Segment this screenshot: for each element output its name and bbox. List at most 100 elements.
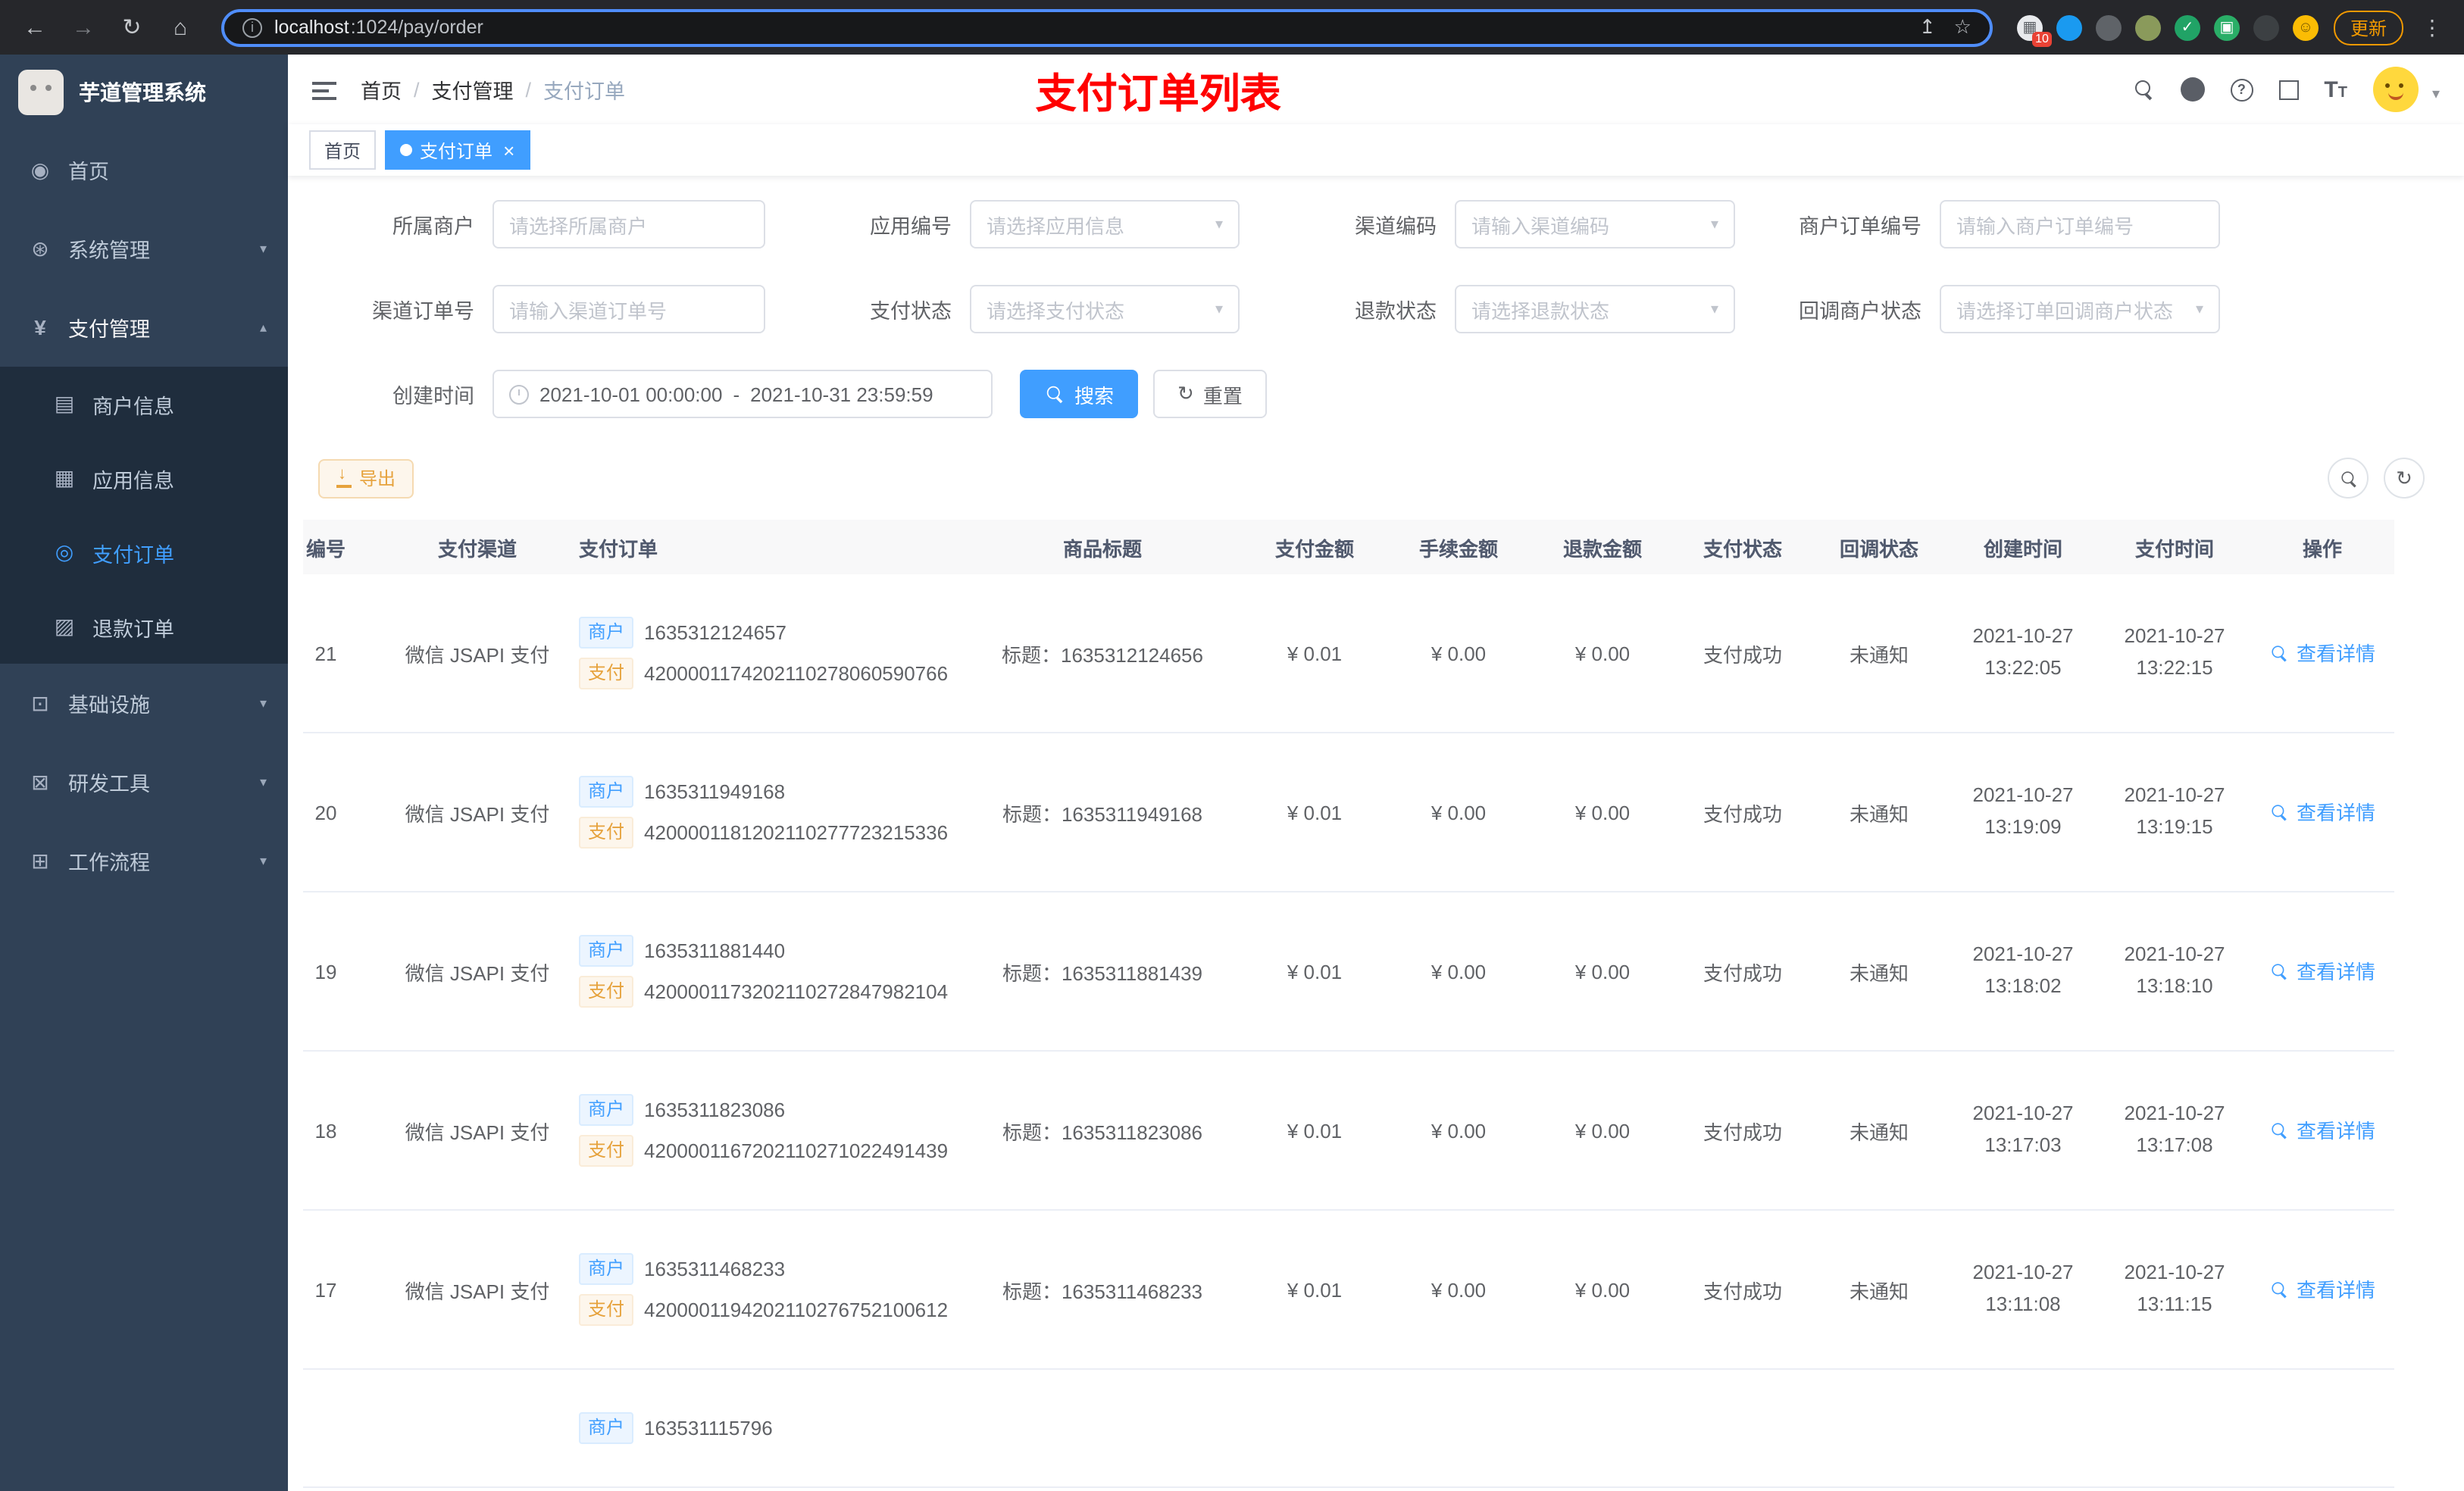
pay-order-no: 4200001194202110276752100612: [644, 1299, 949, 1321]
download-icon: [336, 464, 352, 487]
cell-status: 支付成功: [1674, 574, 1811, 733]
select-field[interactable]: 请输入渠道编码 ▾: [1455, 200, 1735, 248]
view-detail-label: 查看详情: [2296, 961, 2375, 984]
select-field[interactable]: 请选择订单回调商户状态 ▾: [1940, 285, 2220, 333]
search-icon[interactable]: [2133, 79, 2154, 100]
address-bar[interactable]: localhost :1024/pay/order ↥ ☆: [221, 8, 1993, 46]
table-row: 21 微信 JSAPI 支付 商户 1635312124657 支付 4200001174…: [303, 574, 2394, 733]
select-field[interactable]: 请选择应用信息 ▾: [970, 200, 1240, 248]
cell-id: 20: [303, 733, 394, 892]
view-detail-link[interactable]: 查看详情: [2269, 957, 2375, 986]
placeholder-text: 请选择退款状态: [1471, 299, 1610, 322]
placeholder-text: 请选择支付状态: [987, 299, 1125, 322]
search-icon: [2272, 644, 2288, 661]
filter-label: 渠道订单号: [372, 300, 474, 323]
sidebar-item-0[interactable]: 首页: [0, 130, 288, 209]
column-header: 退款金额: [1531, 520, 1674, 574]
fullscreen-icon[interactable]: [2278, 80, 2299, 99]
sidebar-item-2[interactable]: 支付管理 ▴: [0, 288, 288, 367]
toggle-search-button[interactable]: [2328, 458, 2369, 499]
pay-tag: 支付: [579, 1294, 634, 1326]
cell-created: [1947, 1369, 2099, 1488]
export-button[interactable]: 导出: [318, 458, 414, 498]
tab-0[interactable]: 首页: [309, 130, 377, 170]
breadcrumb-item[interactable]: 首页: [361, 74, 402, 105]
cell-fee: [1387, 1369, 1531, 1488]
font-size-icon[interactable]: [2324, 77, 2347, 102]
sidebar-item-6[interactable]: 退款订单: [0, 589, 288, 664]
tab-label: 支付订单: [420, 140, 493, 161]
main-area: 首页/支付管理/支付订单 支付订单列表 ▾ 首页支付订单× 所属商户请选择所属商…: [288, 55, 2464, 1491]
refresh-table-button[interactable]: [2384, 458, 2425, 499]
input-field[interactable]: 请输入商户订单编号: [1940, 200, 2220, 248]
reset-button[interactable]: 重置: [1153, 370, 1267, 418]
paid-time: 13:11:15: [2137, 1293, 2212, 1315]
extension-grid[interactable]: ▦ 10: [2016, 14, 2052, 46]
sidebar-item-1[interactable]: 系统管理 ▾: [0, 209, 288, 288]
breadcrumb-separator: /: [414, 78, 420, 101]
pay-tag: 支付: [579, 1135, 634, 1167]
search-button[interactable]: 搜索: [1020, 370, 1139, 418]
date-range-input[interactable]: 2021-10-01 00:00:00 - 2021-10-31 23:59:5…: [492, 370, 993, 418]
home-icon[interactable]: ⌂: [164, 11, 197, 44]
back-icon[interactable]: ←: [18, 11, 52, 44]
user-avatar[interactable]: [2372, 67, 2419, 112]
cell-notify: 未通知: [1811, 1210, 1947, 1370]
search-icon: [2272, 803, 2288, 820]
input-field[interactable]: 请选择所属商户: [492, 200, 765, 248]
sidebar-item-4[interactable]: 应用信息: [0, 441, 288, 515]
close-icon[interactable]: ×: [503, 139, 514, 161]
extension-round-olive[interactable]: [2134, 14, 2161, 40]
column-header: 支付订单: [561, 520, 962, 574]
sidebar-item-7[interactable]: 基础设施 ▾: [0, 664, 288, 742]
view-detail-link[interactable]: 查看详情: [2269, 1275, 2375, 1304]
view-detail-link[interactable]: 查看详情: [2269, 1116, 2375, 1145]
breadcrumb-item[interactable]: 支付管理: [432, 74, 514, 105]
cell-notify: 未通知: [1811, 892, 1947, 1052]
breadcrumb-item[interactable]: 支付订单: [543, 74, 625, 105]
reload-icon[interactable]: ↻: [115, 11, 149, 44]
github-icon[interactable]: [2180, 77, 2205, 102]
extension-check-green[interactable]: ✓: [2174, 14, 2200, 40]
table-row: 17 微信 JSAPI 支付 商户 1635311468233 支付 4200001194…: [303, 1210, 2394, 1370]
column-header: 支付状态: [1674, 520, 1811, 574]
created-date: 2021-10-27: [1972, 624, 2074, 648]
app-icon: [52, 465, 77, 491]
extension-smiley[interactable]: ☺: [2292, 14, 2319, 40]
input-field[interactable]: 请输入渠道订单号: [492, 285, 765, 333]
browser-menu-icon[interactable]: ⋮: [2419, 14, 2446, 40]
extension-drop-blue[interactable]: [2056, 14, 2082, 40]
cell-created: 2021-10-27 13:17:03: [1947, 1051, 2099, 1211]
collapse-sidebar-icon[interactable]: [312, 80, 336, 99]
sidebar-item-5[interactable]: 支付订单: [0, 515, 288, 589]
sidebar-item-3[interactable]: 商户信息: [0, 367, 288, 441]
share-icon[interactable]: ↥: [1919, 15, 1936, 39]
cell-id: 18: [303, 1051, 394, 1211]
date-separator: -: [733, 383, 740, 405]
tab-active-dot: [400, 144, 413, 156]
column-header: 编号: [303, 520, 394, 574]
select-field[interactable]: 请选择退款状态 ▾: [1455, 285, 1735, 333]
browser-update-button[interactable]: 更新: [2333, 10, 2403, 45]
extension-pin-dark[interactable]: [2253, 14, 2279, 40]
logo-avatar: [18, 70, 64, 115]
site-info-icon[interactable]: [242, 17, 262, 37]
view-detail-link[interactable]: 查看详情: [2269, 798, 2375, 827]
sidebar-item-8[interactable]: 研发工具 ▾: [0, 742, 288, 821]
sidebar-item-9[interactable]: 工作流程 ▾: [0, 821, 288, 900]
extension-round-dark[interactable]: [2095, 14, 2122, 40]
chevron-down-icon[interactable]: ▾: [2432, 86, 2440, 112]
placeholder-text: 请选择应用信息: [987, 214, 1125, 237]
forward-icon[interactable]: →: [67, 11, 100, 44]
help-icon[interactable]: [2230, 78, 2253, 101]
select-field[interactable]: 请选择支付状态 ▾: [970, 285, 1240, 333]
chevron-down-icon: ▾: [259, 695, 267, 710]
cell-fee: ¥ 0.00: [1387, 574, 1531, 733]
date-start-value: 2021-10-01 00:00:00: [539, 383, 723, 405]
bookmark-star-icon[interactable]: ☆: [1954, 15, 1972, 39]
infra-icon: [27, 690, 53, 716]
tab-1[interactable]: 支付订单 ×: [385, 130, 530, 170]
view-detail-link[interactable]: 查看详情: [2269, 639, 2375, 667]
extension-chat-green[interactable]: ▣: [2213, 14, 2240, 40]
cell-order: 商户 163531115796: [561, 1369, 962, 1488]
